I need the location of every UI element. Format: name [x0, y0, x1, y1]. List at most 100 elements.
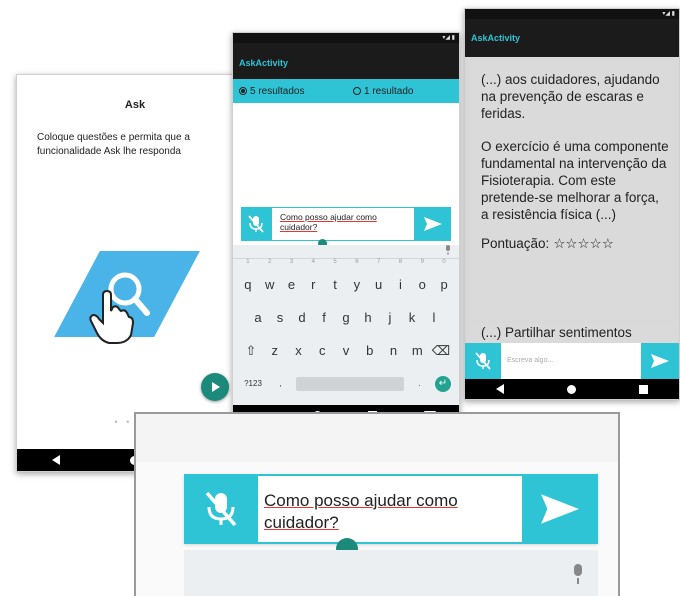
letter-key[interactable]: l	[424, 310, 444, 325]
letter-key[interactable]: w	[260, 277, 280, 292]
input-bar: Escreva algo...	[465, 343, 679, 379]
letter-key[interactable]: q	[238, 277, 258, 292]
result-paragraph-1: (...) aos cuidadores, ajudando na preven…	[481, 72, 660, 121]
status-bar: ▾◢ ▮	[233, 33, 459, 43]
key-hint: 4	[311, 259, 315, 265]
mic-off-button[interactable]	[184, 474, 258, 544]
key-hint: 9	[420, 259, 424, 265]
letter-key[interactable]: t	[325, 277, 345, 292]
letter-key[interactable]: b	[360, 343, 380, 358]
radio-selected-icon	[239, 87, 247, 95]
search-hand-icon	[89, 272, 150, 344]
question-input-bar: Como posso ajudar como cuidador?	[241, 207, 451, 241]
send-button[interactable]	[415, 207, 451, 241]
key-hint: 7	[377, 259, 381, 265]
next-button[interactable]	[201, 373, 229, 401]
suggestion-strip	[233, 245, 459, 259]
keyboard: 1 2 3 4 5 6 7 8 9 0 qwertyuiop asdfghjkl ⇧ z x c v b n m…	[233, 245, 459, 405]
letter-key[interactable]: c	[312, 343, 332, 358]
shift-key[interactable]: ⇧	[241, 343, 261, 359]
send-icon	[651, 354, 669, 368]
message-input[interactable]: Escreva algo...	[501, 343, 641, 379]
zoom-question-input[interactable]: Como posso ajudar como cuidador?	[258, 474, 522, 544]
key-hint: 2	[268, 259, 272, 265]
app-bar: AskActivity	[233, 43, 459, 79]
letter-key[interactable]: x	[289, 343, 309, 358]
rating-row: Pontuação: ☆☆☆☆☆	[481, 235, 669, 252]
symbols-key[interactable]: ?123	[241, 379, 265, 388]
keyboard-row-4: ?123 , . ↵	[233, 367, 459, 400]
status-bar: ▾◢ ▮	[465, 9, 679, 19]
letter-key[interactable]: n	[384, 343, 404, 358]
question-screen: ▾◢ ▮ AskActivity 5 resultados 1 resultad…	[232, 32, 460, 426]
radio-1-result[interactable]: 1 resultado	[353, 86, 413, 97]
radio-unselected-icon	[353, 87, 361, 95]
letter-key[interactable]: v	[336, 343, 356, 358]
send-button[interactable]	[522, 474, 598, 544]
letter-key[interactable]: d	[292, 310, 312, 325]
mic-off-button[interactable]	[465, 343, 501, 379]
radio-label: 5 resultados	[250, 85, 305, 97]
zoom-top-strip	[136, 414, 618, 462]
key-hint: 8	[398, 259, 403, 265]
letter-key[interactable]: g	[336, 310, 356, 325]
letter-key[interactable]: r	[303, 277, 323, 292]
back-icon[interactable]	[496, 384, 505, 394]
number-hints: 1 2 3 4 5 6 7 8 9 0	[233, 259, 459, 268]
key-hint: 3	[289, 259, 294, 265]
play-icon	[212, 382, 220, 392]
letter-key[interactable]: y	[347, 277, 367, 292]
zoom-detail: Como posso ajudar como cuidador?	[134, 412, 620, 596]
result-paragraph-2: O exercício é uma componente fundamental…	[481, 139, 669, 222]
letter-key[interactable]: f	[314, 310, 334, 325]
key-hint: 1	[246, 259, 250, 265]
radio-5-results[interactable]: 5 resultados	[239, 86, 343, 97]
send-button[interactable]	[641, 343, 679, 379]
app-bar: AskActivity	[465, 19, 679, 57]
microphone-icon[interactable]	[572, 564, 584, 584]
back-icon[interactable]	[52, 455, 60, 465]
letter-key[interactable]: a	[248, 310, 268, 325]
comma-key[interactable]: ,	[275, 379, 287, 388]
enter-key[interactable]: ↵	[435, 375, 451, 392]
home-icon[interactable]	[566, 384, 576, 394]
letter-key[interactable]: h	[358, 310, 378, 325]
zoom-input-bar: Como posso ajudar como cuidador?	[184, 474, 598, 544]
backspace-key[interactable]: ⌫	[431, 343, 451, 359]
key-hint: 0	[442, 259, 446, 265]
rating-label: Pontuação:	[481, 236, 550, 251]
mic-off-button[interactable]	[241, 207, 271, 241]
rating-stars[interactable]: ☆☆☆☆☆	[553, 235, 614, 252]
send-icon	[541, 494, 579, 524]
mic-off-icon	[475, 352, 491, 370]
radio-label: 1 resultado	[364, 85, 414, 97]
navigation-bar	[465, 379, 679, 399]
microphone-icon[interactable]	[445, 245, 451, 255]
mic-off-icon	[205, 491, 237, 527]
onboarding-title: Ask	[124, 99, 146, 111]
results-screen: ▾◢ ▮ AskActivity (...) aos cuidadores, a…	[464, 8, 680, 400]
period-key[interactable]: .	[414, 379, 426, 388]
send-icon	[424, 217, 442, 231]
letter-key[interactable]: s	[270, 310, 290, 325]
letter-key[interactable]: m	[407, 343, 427, 358]
letter-key[interactable]: z	[265, 343, 285, 358]
letter-key[interactable]: o	[412, 277, 432, 292]
letter-key[interactable]: e	[281, 277, 301, 292]
space-key[interactable]	[296, 376, 404, 391]
keyboard-row-3: ⇧ z x c v b n m ⌫	[233, 334, 459, 367]
letter-key[interactable]: k	[402, 310, 422, 325]
keyboard-row-2: asdfghjkl	[233, 301, 459, 334]
zoom-suggestion-strip	[184, 550, 598, 596]
letter-key[interactable]: u	[369, 277, 389, 292]
letter-key[interactable]: j	[380, 310, 400, 325]
letter-key[interactable]: p	[434, 277, 454, 292]
onboarding-description: Coloque questões e permita que a funcion…	[37, 132, 190, 157]
results-count-selector: 5 resultados 1 resultado	[233, 79, 459, 103]
keyboard-row-1: qwertyuiop	[233, 268, 459, 301]
result-card: (...) aos cuidadores, ajudando na preven…	[471, 61, 673, 319]
recent-apps-icon[interactable]	[638, 384, 648, 394]
letter-key[interactable]: i	[390, 277, 410, 292]
key-hint: 6	[355, 259, 359, 265]
question-input[interactable]: Como posso ajudar como cuidador?	[271, 207, 415, 241]
